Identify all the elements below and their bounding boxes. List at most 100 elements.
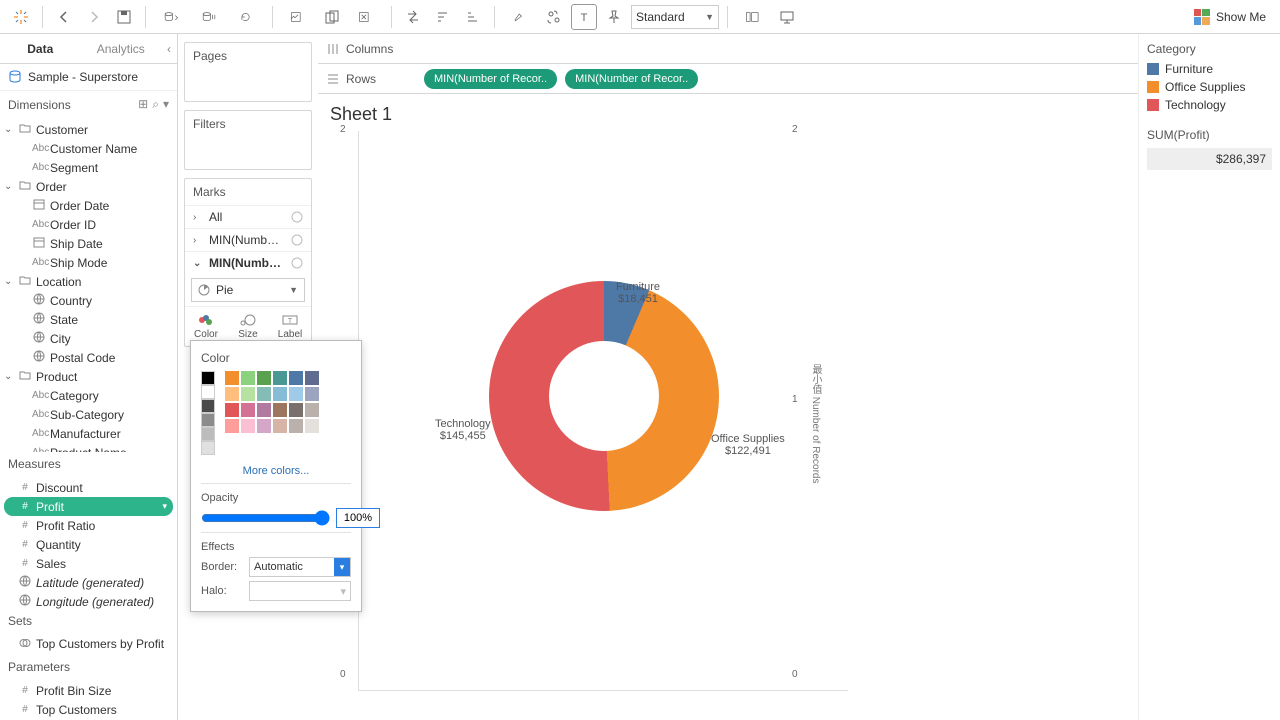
color-swatch[interactable] bbox=[257, 419, 271, 433]
color-swatch[interactable] bbox=[201, 385, 215, 399]
legend-item[interactable]: Technology bbox=[1147, 96, 1272, 114]
presentation-icon[interactable] bbox=[774, 4, 800, 30]
tree-field[interactable]: #Top Customers bbox=[0, 700, 177, 719]
opacity-input[interactable] bbox=[336, 508, 380, 528]
color-swatch[interactable] bbox=[305, 403, 319, 417]
color-swatch[interactable] bbox=[305, 419, 319, 433]
back-icon[interactable] bbox=[51, 4, 77, 30]
color-swatch[interactable] bbox=[289, 403, 303, 417]
color-swatch[interactable] bbox=[257, 387, 271, 401]
tree-field[interactable]: Country bbox=[0, 291, 177, 310]
color-swatch[interactable] bbox=[273, 403, 287, 417]
tree-field[interactable]: AbcShip Mode bbox=[0, 253, 177, 272]
refresh-icon[interactable] bbox=[230, 4, 264, 30]
color-swatch[interactable] bbox=[273, 387, 287, 401]
color-swatch[interactable] bbox=[241, 419, 255, 433]
swap-icon[interactable] bbox=[400, 4, 426, 30]
color-swatch[interactable] bbox=[305, 387, 319, 401]
save-icon[interactable] bbox=[111, 4, 137, 30]
color-swatch[interactable] bbox=[225, 403, 239, 417]
tree-folder[interactable]: ⌄Location bbox=[0, 272, 177, 291]
color-swatch[interactable] bbox=[201, 371, 215, 385]
border-dropdown[interactable]: Automatic▾ bbox=[249, 557, 351, 577]
color-swatch[interactable] bbox=[225, 387, 239, 401]
color-swatch[interactable] bbox=[273, 419, 287, 433]
color-swatch[interactable] bbox=[201, 441, 215, 455]
pin-icon[interactable] bbox=[601, 4, 627, 30]
mark-type-dropdown[interactable]: Pie▼ bbox=[191, 278, 305, 302]
more-colors-link[interactable]: More colors... bbox=[201, 465, 351, 477]
tree-field[interactable]: AbcSub-Category bbox=[0, 405, 177, 424]
halo-dropdown[interactable]: ▾ bbox=[249, 581, 351, 601]
row-pill[interactable]: MIN(Number of Recor.. bbox=[565, 69, 698, 89]
rows-shelf[interactable]: Rows MIN(Number of Recor.. MIN(Number of… bbox=[318, 64, 1138, 94]
tree-field[interactable]: Top Customers by Profit bbox=[0, 635, 177, 654]
pause-updates-icon[interactable] bbox=[192, 4, 226, 30]
tree-field[interactable]: Latitude (generated) bbox=[0, 573, 177, 592]
tree-folder[interactable]: ⌄Customer bbox=[0, 120, 177, 139]
tree-field[interactable]: AbcManufacturer bbox=[0, 424, 177, 443]
tree-field[interactable]: State bbox=[0, 310, 177, 329]
tree-field[interactable]: AbcOrder ID bbox=[0, 215, 177, 234]
sheet-title[interactable]: Sheet 1 bbox=[330, 104, 1138, 125]
color-swatch[interactable] bbox=[257, 403, 271, 417]
tree-field[interactable]: Ship Date bbox=[0, 234, 177, 253]
tree-field[interactable]: Longitude (generated) bbox=[0, 592, 177, 609]
new-datasource-icon[interactable] bbox=[154, 4, 188, 30]
color-swatch[interactable] bbox=[201, 427, 215, 441]
mark-layer-row[interactable]: ›All bbox=[185, 205, 311, 228]
color-swatch[interactable] bbox=[289, 371, 303, 385]
row-pill[interactable]: MIN(Number of Recor.. bbox=[424, 69, 557, 89]
tree-field[interactable]: AbcCategory bbox=[0, 386, 177, 405]
color-swatch[interactable] bbox=[225, 419, 239, 433]
fit-dropdown[interactable]: Standard▼ bbox=[631, 5, 719, 29]
tableau-logo-icon[interactable] bbox=[8, 4, 34, 30]
view-as-icon[interactable]: ⊞ bbox=[138, 97, 148, 112]
tree-field[interactable]: #Discount bbox=[0, 478, 177, 497]
mark-layer-row[interactable]: ⌄MIN(Numb… bbox=[185, 251, 311, 274]
color-swatch[interactable] bbox=[257, 371, 271, 385]
forward-icon[interactable] bbox=[81, 4, 107, 30]
chart-canvas[interactable]: Furniture$18,451 Office Supplies$122,491… bbox=[358, 131, 848, 691]
columns-shelf[interactable]: Columns bbox=[318, 34, 1138, 64]
pages-card[interactable]: Pages bbox=[184, 42, 312, 102]
opacity-slider[interactable] bbox=[201, 510, 330, 526]
color-swatch[interactable] bbox=[201, 413, 215, 427]
show-me-button[interactable]: Show Me bbox=[1188, 9, 1272, 25]
mark-layer-row[interactable]: ›MIN(Numb… bbox=[185, 228, 311, 251]
tree-folder[interactable]: ⌄Order bbox=[0, 177, 177, 196]
tab-analytics[interactable]: Analytics bbox=[81, 34, 162, 63]
filters-card[interactable]: Filters bbox=[184, 110, 312, 170]
duplicate-sheet-icon[interactable] bbox=[319, 4, 345, 30]
color-swatch[interactable] bbox=[289, 419, 303, 433]
tree-field[interactable]: City bbox=[0, 329, 177, 348]
group-icon[interactable] bbox=[541, 4, 567, 30]
sort-desc-icon[interactable] bbox=[460, 4, 486, 30]
tree-field[interactable]: Postal Code bbox=[0, 348, 177, 367]
legend-item[interactable]: Furniture bbox=[1147, 60, 1272, 78]
menu-icon[interactable]: ▾ bbox=[163, 97, 169, 112]
color-swatch[interactable] bbox=[241, 371, 255, 385]
color-swatch[interactable] bbox=[201, 399, 215, 413]
clear-sheet-icon[interactable] bbox=[349, 4, 383, 30]
tree-field[interactable]: AbcProduct Name bbox=[0, 443, 177, 452]
tree-field[interactable]: #Profit Bin Size bbox=[0, 681, 177, 700]
tree-field[interactable]: Order Date bbox=[0, 196, 177, 215]
tree-folder[interactable]: ⌄Product bbox=[0, 367, 177, 386]
show-cards-icon[interactable] bbox=[736, 4, 770, 30]
tab-data[interactable]: Data bbox=[0, 34, 81, 63]
text-table-icon[interactable]: T bbox=[571, 4, 597, 30]
tree-field[interactable]: #Sales bbox=[0, 554, 177, 573]
new-worksheet-icon[interactable] bbox=[281, 4, 315, 30]
tree-field[interactable]: #Profit Ratio bbox=[0, 516, 177, 535]
datasource-item[interactable]: Sample - Superstore bbox=[0, 64, 177, 91]
sort-asc-icon[interactable] bbox=[430, 4, 456, 30]
tree-field[interactable]: AbcCustomer Name bbox=[0, 139, 177, 158]
highlight-icon[interactable] bbox=[503, 4, 537, 30]
tree-field[interactable]: #Quantity bbox=[0, 535, 177, 554]
color-swatch[interactable] bbox=[273, 371, 287, 385]
collapse-sidebar-icon[interactable]: ‹ bbox=[161, 34, 177, 63]
legend-item[interactable]: Office Supplies bbox=[1147, 78, 1272, 96]
color-swatch[interactable] bbox=[241, 403, 255, 417]
tree-field[interactable]: #Profit▾ bbox=[4, 497, 173, 516]
